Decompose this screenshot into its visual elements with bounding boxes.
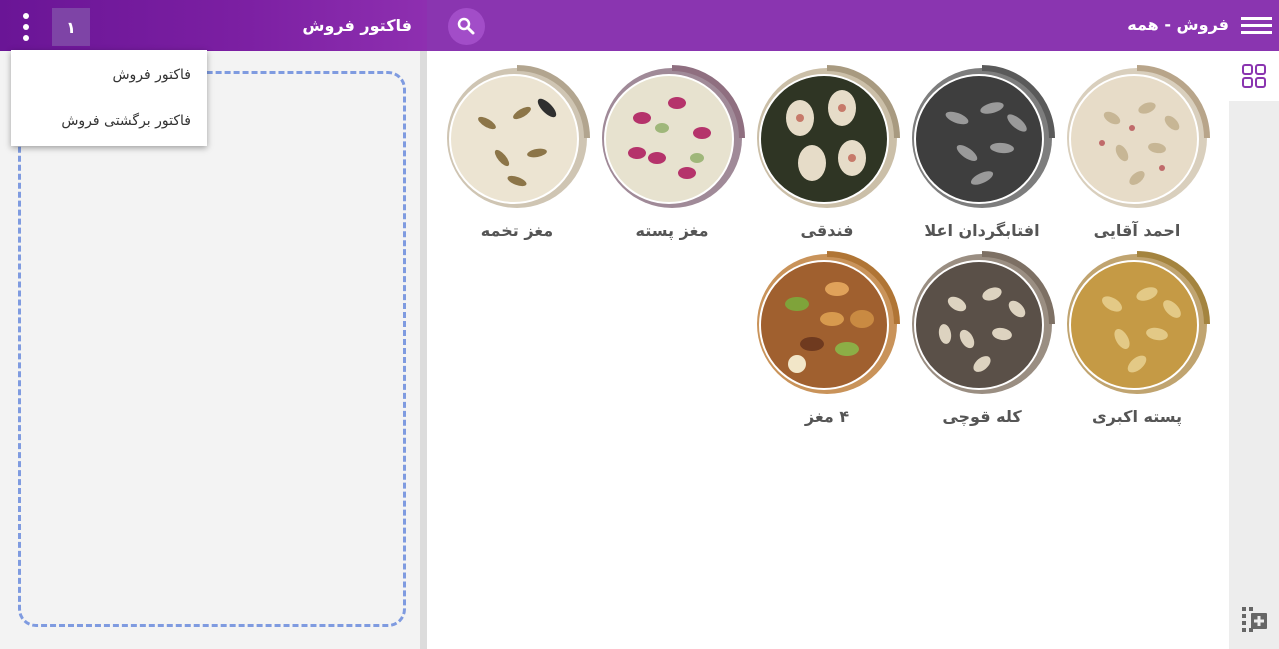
- product-name: فندقی: [800, 221, 854, 240]
- product-card[interactable]: مغز تخمه: [442, 63, 592, 243]
- pistachio-kernel-image: [602, 65, 745, 208]
- fandoghi-pistachio-image: [757, 65, 900, 208]
- invoice-header: فاکتور فروش ۱: [0, 0, 427, 51]
- kalleh-ghouchi-pistachio-image: [912, 251, 1055, 394]
- panel-divider[interactable]: [420, 51, 427, 649]
- product-card[interactable]: ۴ مغز: [752, 249, 902, 429]
- invoice-items-drop-zone[interactable]: [18, 71, 406, 627]
- product-name: ۴ مغز: [804, 407, 850, 426]
- product-card[interactable]: پسته اکبری: [1062, 249, 1212, 429]
- grid-view-icon[interactable]: [1229, 51, 1279, 101]
- product-name: پسته اکبری: [1091, 407, 1183, 426]
- mixed-nuts-image: [757, 251, 900, 394]
- seed-kernel-image: [447, 65, 590, 208]
- side-rail: [1229, 51, 1279, 649]
- add-grid-icon[interactable]: [1241, 606, 1269, 636]
- product-name: مغز تخمه: [480, 221, 554, 240]
- search-icon[interactable]: [448, 8, 485, 45]
- invoice-type-menu: فاکتور فروش فاکتور برگشتی فروش: [11, 50, 207, 146]
- invoice-number-badge[interactable]: ۱: [52, 8, 90, 46]
- product-name: احمد آقایی: [1093, 221, 1181, 240]
- product-name: افتابگردان اعلا: [924, 221, 1040, 240]
- pistachio-image: [1067, 65, 1210, 208]
- product-name: مغز پسته: [635, 221, 709, 240]
- product-card[interactable]: فندقی: [752, 63, 902, 243]
- product-name: کله قوچی: [942, 407, 1022, 426]
- sales-title: فروش - همه: [1127, 15, 1229, 34]
- more-options-icon[interactable]: [14, 10, 38, 44]
- product-card[interactable]: افتابگردان اعلا: [907, 63, 1057, 243]
- sales-header: فروش - همه: [427, 0, 1279, 51]
- product-card[interactable]: مغز پسته: [597, 63, 747, 243]
- hamburger-menu-icon[interactable]: [1241, 15, 1273, 37]
- product-card[interactable]: احمد آقایی: [1062, 63, 1212, 243]
- akbari-pistachio-image: [1067, 251, 1210, 394]
- sunflower-seeds-image: [912, 65, 1055, 208]
- menu-item-sales-return-invoice[interactable]: فاکتور برگشتی فروش: [11, 98, 207, 144]
- invoice-title: فاکتور فروش: [302, 16, 412, 35]
- product-card[interactable]: کله قوچی: [907, 249, 1057, 429]
- menu-item-sales-invoice[interactable]: فاکتور فروش: [11, 52, 207, 98]
